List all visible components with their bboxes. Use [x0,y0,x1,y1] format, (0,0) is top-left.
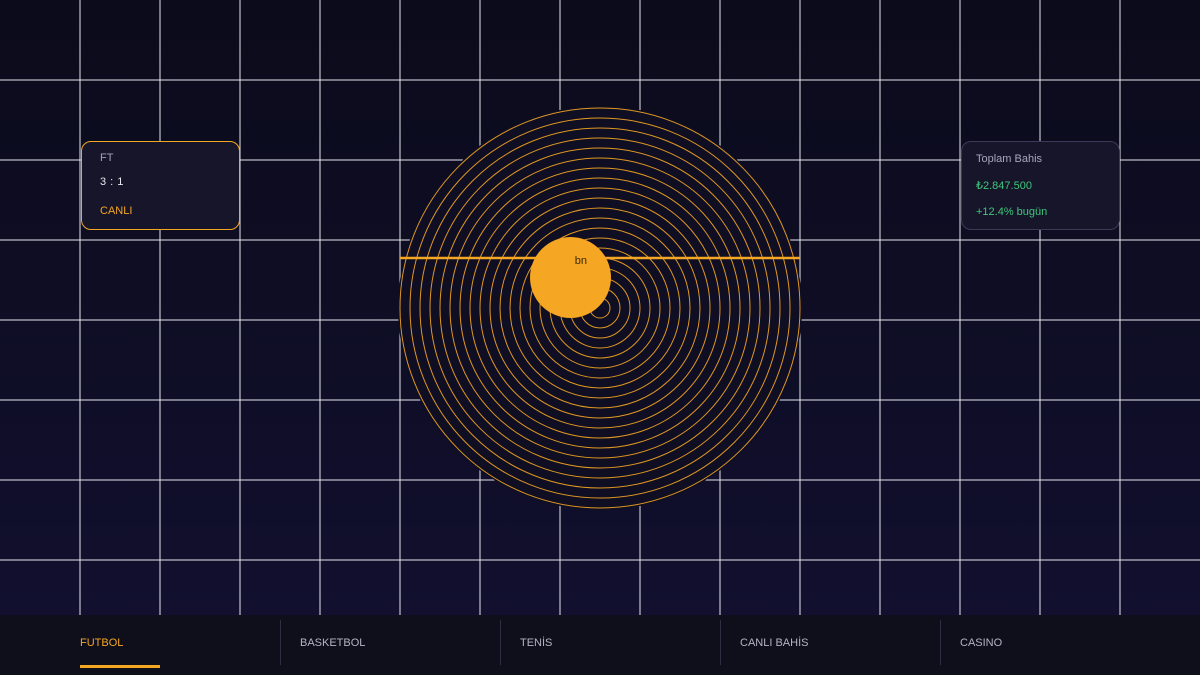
tab-tenis[interactable]: TENİS [520,615,720,675]
tab-divider [720,620,721,665]
tab-divider [280,620,281,665]
ball-marker[interactable]: bn [530,237,611,318]
tab-canli-bahis-label: CANLI BAHİS [740,637,809,649]
ball-label: bn [574,255,587,267]
score-card[interactable]: FT 3 : 1 CANLI [81,141,240,230]
tab-casino[interactable]: CASINO [960,615,1160,675]
total-bets-amount: ₺2.847.500 [976,180,1032,192]
match-period: FT [100,152,114,164]
tab-divider [500,620,501,665]
total-bets-label: Toplam Bahis [976,153,1043,165]
tab-casino-label: CASINO [960,637,1003,649]
target-rings [398,106,802,510]
match-score: 3 : 1 [100,176,124,188]
app-stage: bn FT 3 : 1 CANLI Toplam Bahis ₺2.847.50… [0,0,1200,675]
tab-divider [940,620,941,665]
tab-futbol-label: FUTBOL [80,637,124,649]
tab-canli-bahis[interactable]: CANLI BAHİS [740,615,940,675]
total-bets-card[interactable]: Toplam Bahis ₺2.847.500 +12.4% bugün [961,141,1120,230]
total-bets-change: +12.4% bugün [976,206,1048,218]
active-tab-indicator [80,665,160,668]
live-status-badge: CANLI [100,205,133,217]
tab-basketbol-label: BASKETBOL [300,637,366,649]
sports-tab-bar: FUTBOL BASKETBOL TENİS CANLI BAHİS CASIN… [0,615,1200,675]
tab-tenis-label: TENİS [520,637,553,649]
tab-basketbol[interactable]: BASKETBOL [300,615,500,675]
